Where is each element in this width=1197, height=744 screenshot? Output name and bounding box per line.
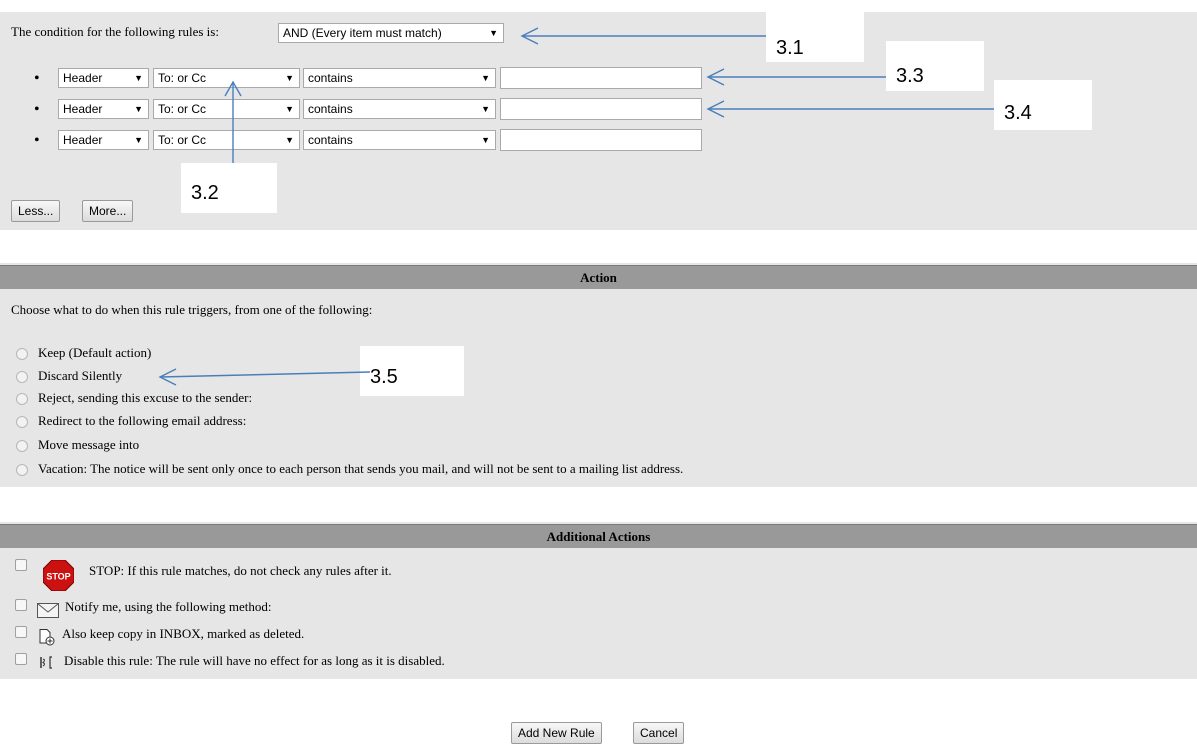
arrow-3-5: [159, 371, 371, 378]
annotation-arrows: [158, 27, 994, 386]
